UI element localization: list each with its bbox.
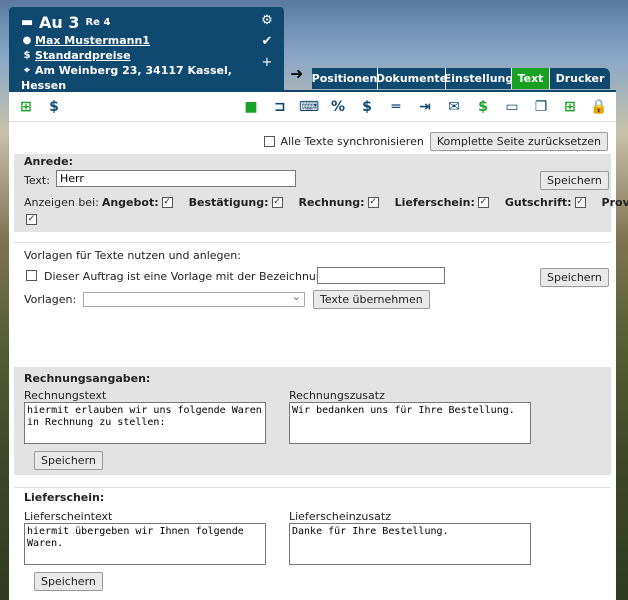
option-lieferschein-checkbox[interactable]: ✓ bbox=[477, 197, 489, 208]
tab-einstellung[interactable]: Einstellung bbox=[444, 68, 513, 89]
map-marker-icon: ⌖ bbox=[24, 65, 30, 76]
plus-square-icon[interactable]: ⊞ bbox=[559, 96, 581, 118]
import-icon[interactable]: ⇥ bbox=[414, 96, 436, 118]
rechnung-save-button[interactable]: Speichern bbox=[34, 451, 103, 470]
vorlagen-heading: Vorlagen für Texte nutzen und anlegen: bbox=[24, 249, 241, 262]
bed-icon[interactable]: ⊐ bbox=[269, 96, 291, 118]
tab-dokumente[interactable]: Dokumente bbox=[376, 68, 447, 89]
lieferschein-section: Lieferschein: Lieferscheintext hiermit ü… bbox=[14, 487, 611, 595]
option-gutschrift-label: Gutschrift: bbox=[504, 196, 572, 209]
lieferschein-text-area[interactable]: hiermit übergeben wir Ihnen folgende War… bbox=[24, 523, 266, 565]
tab-positionen[interactable]: Positionen bbox=[312, 68, 378, 89]
option-rechnung-label: Rechnung: bbox=[298, 196, 365, 209]
percent-icon[interactable]: % bbox=[327, 96, 349, 118]
sync-checkbox[interactable] bbox=[263, 136, 275, 147]
lieferschein-extra-area[interactable]: Danke für Ihre Bestellung. bbox=[289, 523, 531, 565]
price-list-link[interactable]: Standardpreise bbox=[35, 49, 131, 62]
sync-label: Alle Texte synchronisieren bbox=[280, 135, 424, 148]
option-lieferschein-label: Lieferschein: bbox=[394, 196, 475, 209]
toolbar: ⊞ $ ■ ⊐ ⌨ % $ ═ ⇥ ✉ $ ▭ ❐ ⊞ 🔒 bbox=[9, 92, 616, 122]
envelope-icon[interactable]: ✉ bbox=[443, 96, 465, 118]
reset-page-button[interactable]: Komplette Seite zurücksetzen bbox=[429, 132, 608, 151]
vorlagen-save-button[interactable]: Speichern bbox=[540, 268, 609, 287]
rechnung-extra-label: Rechnungszusatz bbox=[289, 389, 385, 402]
template-name-input[interactable] bbox=[317, 267, 445, 284]
user-add-icon[interactable]: + bbox=[258, 55, 276, 70]
anrede-save-button[interactable]: Speichern bbox=[540, 171, 609, 190]
order-ref: Re 4 bbox=[85, 16, 111, 28]
vorlagen-select[interactable] bbox=[83, 290, 305, 307]
lieferschein-extra-label: Lieferscheinzusatz bbox=[289, 510, 391, 523]
template-checkbox[interactable] bbox=[26, 270, 37, 281]
tab-bar: Positionen Dokumente Einstellung Text Dr… bbox=[312, 68, 610, 89]
user-settings-icon[interactable]: ⚙ bbox=[258, 13, 276, 28]
vorlagen-section: Vorlagen für Texte nutzen und anlegen: D… bbox=[14, 242, 611, 352]
rechnung-section: Rechnungsangaben: Rechnungstext hiermit … bbox=[14, 367, 611, 475]
window-icon[interactable]: ▭ bbox=[501, 96, 523, 118]
lieferschein-save-button[interactable]: Speichern bbox=[34, 572, 103, 591]
tab-text[interactable]: Text bbox=[512, 68, 550, 89]
order-header: ▬ Au 3 Re 4 ● Max Mustermann1 $ Standard… bbox=[9, 7, 284, 92]
folder-icon: ▬ bbox=[21, 14, 34, 30]
option-prov-label: Prov.: bbox=[601, 196, 628, 209]
rechnung-heading: Rechnungsangaben: bbox=[24, 372, 151, 385]
money-bag-icon[interactable]: $ bbox=[356, 96, 378, 118]
anrede-section: Anrede: Text: Speichern Anzeigen bei: An… bbox=[14, 154, 628, 232]
option-gutschrift-checkbox[interactable]: ✓ bbox=[574, 197, 586, 208]
rechnung-extra-area[interactable]: Wir bedanken uns für Ihre Bestellung. bbox=[289, 402, 531, 444]
copy-icon[interactable]: ❐ bbox=[530, 96, 552, 118]
dollar-document-icon[interactable]: $ bbox=[43, 96, 65, 118]
main-panel: ⊞ $ ■ ⊐ ⌨ % $ ═ ⇥ ✉ $ ▭ ❐ ⊞ 🔒 Alle Texte… bbox=[9, 90, 628, 600]
option-rechnung-checkbox[interactable]: ✓ bbox=[367, 197, 379, 208]
apply-texts-button[interactable]: Texte übernehmen bbox=[313, 290, 430, 309]
order-title: Au 3 bbox=[39, 12, 80, 32]
option-angebot-checkbox[interactable]: ✓ bbox=[161, 197, 173, 208]
anrede-show-row: Anzeigen bei: Angebot: ✓ Bestätigung: ✓ … bbox=[24, 196, 628, 209]
vorlagen-select-label: Vorlagen: bbox=[24, 293, 77, 306]
anrede-text-label: Text: bbox=[24, 174, 50, 187]
equals-icon[interactable]: ═ bbox=[385, 96, 407, 118]
rechnung-text-label: Rechnungstext bbox=[24, 389, 107, 402]
dollar-icon: $ bbox=[23, 50, 31, 61]
rechnung-text-area[interactable]: hiermit erlauben wir uns folgende Waren … bbox=[24, 402, 266, 444]
lock-icon[interactable]: 🔒 bbox=[588, 96, 610, 118]
dollar-square-icon[interactable]: $ bbox=[472, 96, 494, 118]
user-icon: ● bbox=[22, 35, 32, 46]
new-document-icon[interactable]: ⊞ bbox=[15, 96, 37, 118]
save-icon[interactable]: ■ bbox=[240, 96, 262, 118]
user-check-icon[interactable]: ✔ bbox=[258, 34, 276, 49]
option-bestaetigung-checkbox[interactable]: ✓ bbox=[271, 197, 283, 208]
option-prov-checkbox[interactable]: ✓ bbox=[26, 214, 37, 225]
anrede-show-label: Anzeigen bei: bbox=[24, 196, 99, 209]
option-bestaetigung-label: Bestätigung: bbox=[188, 196, 269, 209]
anrede-heading: Anrede: bbox=[24, 155, 73, 168]
address-line1: Am Weinberg 23, 34117 Kassel, bbox=[35, 64, 232, 77]
keyboard-icon[interactable]: ⌨ bbox=[298, 96, 320, 118]
lieferschein-text-label: Lieferscheintext bbox=[24, 510, 113, 523]
tab-drucker[interactable]: Drucker bbox=[550, 68, 610, 89]
arrow-right-icon: ➜ bbox=[290, 64, 304, 83]
lieferschein-heading: Lieferschein: bbox=[24, 491, 105, 504]
option-angebot-label: Angebot: bbox=[101, 196, 159, 209]
anrede-text-input[interactable] bbox=[56, 170, 296, 187]
customer-link[interactable]: Max Mustermann1 bbox=[35, 34, 150, 47]
template-checkbox-label: Dieser Auftrag ist eine Vorlage mit der … bbox=[44, 270, 334, 283]
